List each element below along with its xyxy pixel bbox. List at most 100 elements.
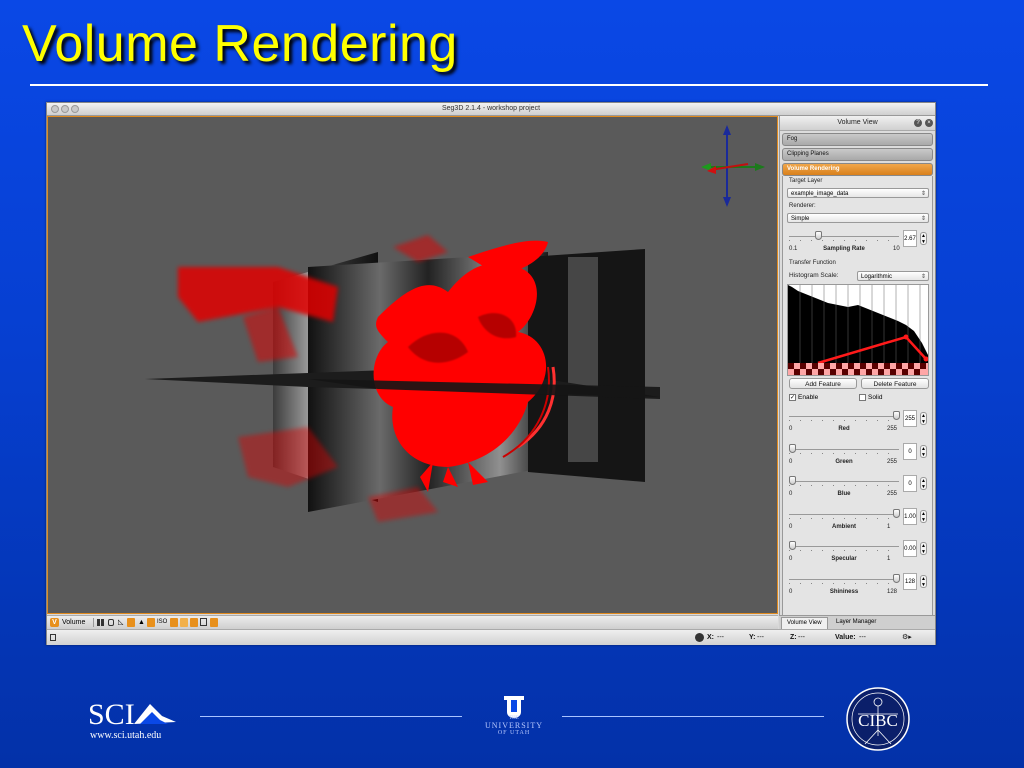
- green-value[interactable]: 0: [903, 442, 917, 460]
- shininess-slider: 0 Shininess 128 128 ▲ ▼: [787, 571, 931, 599]
- picking-icon[interactable]: [127, 618, 135, 627]
- footer-divider-right: [562, 716, 824, 717]
- sampling-rate-label: Sampling Rate: [823, 246, 865, 252]
- shininess-value[interactable]: 128: [903, 572, 917, 590]
- renderer-select[interactable]: Simple ⇕: [787, 213, 929, 223]
- sampling-rate-stepper[interactable]: ▲ ▼: [920, 232, 927, 245]
- histogram-scale-value: Logarithmic: [861, 274, 893, 280]
- bbox-icon[interactable]: [170, 618, 178, 627]
- solid-label: Solid: [868, 394, 883, 401]
- specular-slider: 0 Specular 1 0.00 ▲ ▼: [787, 538, 931, 566]
- sampling-rate-knob[interactable]: [815, 231, 822, 240]
- close-window-icon[interactable]: [51, 105, 59, 113]
- shininess-knob[interactable]: [893, 573, 900, 583]
- light-icon[interactable]: [180, 618, 188, 627]
- ambient-stepper[interactable]: ▲ ▼: [920, 509, 927, 523]
- transfer-function-editor[interactable]: [787, 284, 929, 376]
- enable-checkbox-box[interactable]: ✓: [789, 393, 796, 401]
- red-slider: 0 Red 255 255 ▲ ▼: [787, 408, 931, 436]
- solid-checkbox[interactable]: Solid: [859, 393, 882, 402]
- tab-layer-manager[interactable]: Layer Manager: [831, 617, 881, 628]
- university-of-utah-logo: THE UNIVERSITY OF UTAH: [478, 694, 550, 748]
- tab-volume-view[interactable]: Volume View: [781, 617, 828, 629]
- value-value: ---: [859, 634, 866, 641]
- ambient-value[interactable]: 1.00: [903, 507, 917, 525]
- sci-url: www.sci.utah.edu: [90, 730, 162, 741]
- volume-viewer[interactable]: [47, 116, 778, 614]
- copy-icon[interactable]: [190, 618, 198, 627]
- blue-value[interactable]: 0: [903, 475, 917, 492]
- target-layer-select[interactable]: example_image_data ⇕: [787, 188, 929, 198]
- ambient-knob[interactable]: [893, 508, 900, 518]
- specular-value[interactable]: 0.00: [903, 540, 917, 557]
- select-arrows-icon: ⇕: [920, 191, 926, 197]
- section-volume-rendering[interactable]: Volume Rendering: [782, 163, 933, 176]
- sci-logo-text: SCI: [88, 698, 135, 731]
- panel-header: Volume View ? ×: [780, 116, 935, 131]
- cibc-text: CIBC: [858, 711, 898, 730]
- uu-line-3: OF UTAH: [497, 730, 531, 736]
- specular-knob[interactable]: [789, 541, 796, 550]
- paste-icon[interactable]: [200, 618, 207, 626]
- minimize-window-icon[interactable]: [61, 105, 69, 113]
- panel-title: Volume View: [837, 119, 878, 126]
- red-stepper[interactable]: ▲ ▼: [920, 412, 927, 425]
- value-label: Value:: [835, 634, 856, 641]
- blue-knob[interactable]: [789, 476, 796, 485]
- sampling-rate-value[interactable]: 2.67: [903, 230, 917, 247]
- red-label: Red: [838, 426, 850, 432]
- solid-checkbox-box[interactable]: [859, 393, 866, 401]
- lock-icon[interactable]: [108, 619, 114, 626]
- blue-label: Blue: [837, 491, 851, 497]
- section-fog[interactable]: Fog: [782, 133, 933, 146]
- specular-stepper[interactable]: ▲ ▼: [920, 542, 927, 555]
- viewer-mode-label[interactable]: Volume: [62, 616, 85, 629]
- x-label: X:: [707, 634, 714, 641]
- green-slider: 0 Green 255 0 ▲ ▼: [787, 441, 931, 469]
- cibc-seal: CIBC: [846, 687, 910, 751]
- viewer-toolbar: V Volume ◺ ▲ ISO: [47, 615, 778, 629]
- status-bar: X: --- Y: --- Z: --- Value: --- ⚙▸: [47, 629, 935, 645]
- close-panel-icon[interactable]: ×: [925, 119, 933, 127]
- snapshot-icon[interactable]: [210, 618, 218, 627]
- green-knob[interactable]: [789, 443, 796, 453]
- grid-icon[interactable]: [97, 619, 104, 626]
- ruler-icon[interactable]: ◺: [118, 619, 123, 626]
- blue-stepper[interactable]: ▲ ▼: [920, 477, 927, 490]
- delete-feature-button[interactable]: Delete Feature: [861, 378, 929, 389]
- shininess-max: 128: [887, 588, 898, 595]
- maximize-window-icon[interactable]: [71, 105, 79, 113]
- specular-label: Specular: [831, 556, 857, 562]
- shininess-stepper[interactable]: ▲ ▼: [920, 574, 927, 588]
- section-clipping-planes[interactable]: Clipping Planes: [782, 148, 933, 161]
- blue-max: 255: [887, 491, 898, 497]
- ambient-slider: 0 Ambient 1 1.00 ▲ ▼: [787, 506, 931, 534]
- volume-rendering-body: Target Layer example_image_data ⇕ Render…: [782, 176, 933, 617]
- sampling-rate-slider: 0.1 Sampling Rate 10 2.67 ▲ ▼: [787, 228, 931, 256]
- renderer-value: Simple: [791, 216, 810, 222]
- histogram-scale-label: Histogram Scale:: [789, 272, 839, 279]
- iso-icon[interactable]: ISO: [157, 616, 167, 629]
- z-value: ---: [798, 634, 805, 641]
- ambient-label: Ambient: [832, 523, 856, 530]
- histogram-scale-select[interactable]: Logarithmic ⇕: [857, 271, 929, 281]
- specular-max: 1: [887, 556, 891, 562]
- enable-checkbox[interactable]: ✓ Enable: [789, 393, 818, 402]
- x-value: ---: [717, 634, 724, 641]
- help-icon[interactable]: ?: [914, 119, 922, 127]
- cibc-logo: CIBC: [845, 686, 911, 752]
- green-stepper[interactable]: ▲ ▼: [920, 444, 927, 458]
- settings-icon[interactable]: ⚙▸: [902, 630, 912, 645]
- slices-icon[interactable]: ▲: [138, 619, 145, 626]
- log-icon[interactable]: [50, 634, 56, 641]
- volume-render-scene: [145, 125, 765, 522]
- volume-view-panel: Volume View ? × Fog Clipping Planes Volu…: [779, 116, 935, 628]
- y-value: ---: [757, 634, 764, 641]
- red-value[interactable]: 255: [903, 410, 917, 427]
- info-icon[interactable]: [695, 633, 704, 642]
- add-feature-button[interactable]: Add Feature: [789, 378, 857, 389]
- transfer-function-label: Transfer Function: [789, 260, 836, 266]
- red-knob[interactable]: [893, 411, 900, 420]
- viewer-mode-icon[interactable]: V: [50, 618, 59, 627]
- volume-render-icon[interactable]: [147, 618, 155, 627]
